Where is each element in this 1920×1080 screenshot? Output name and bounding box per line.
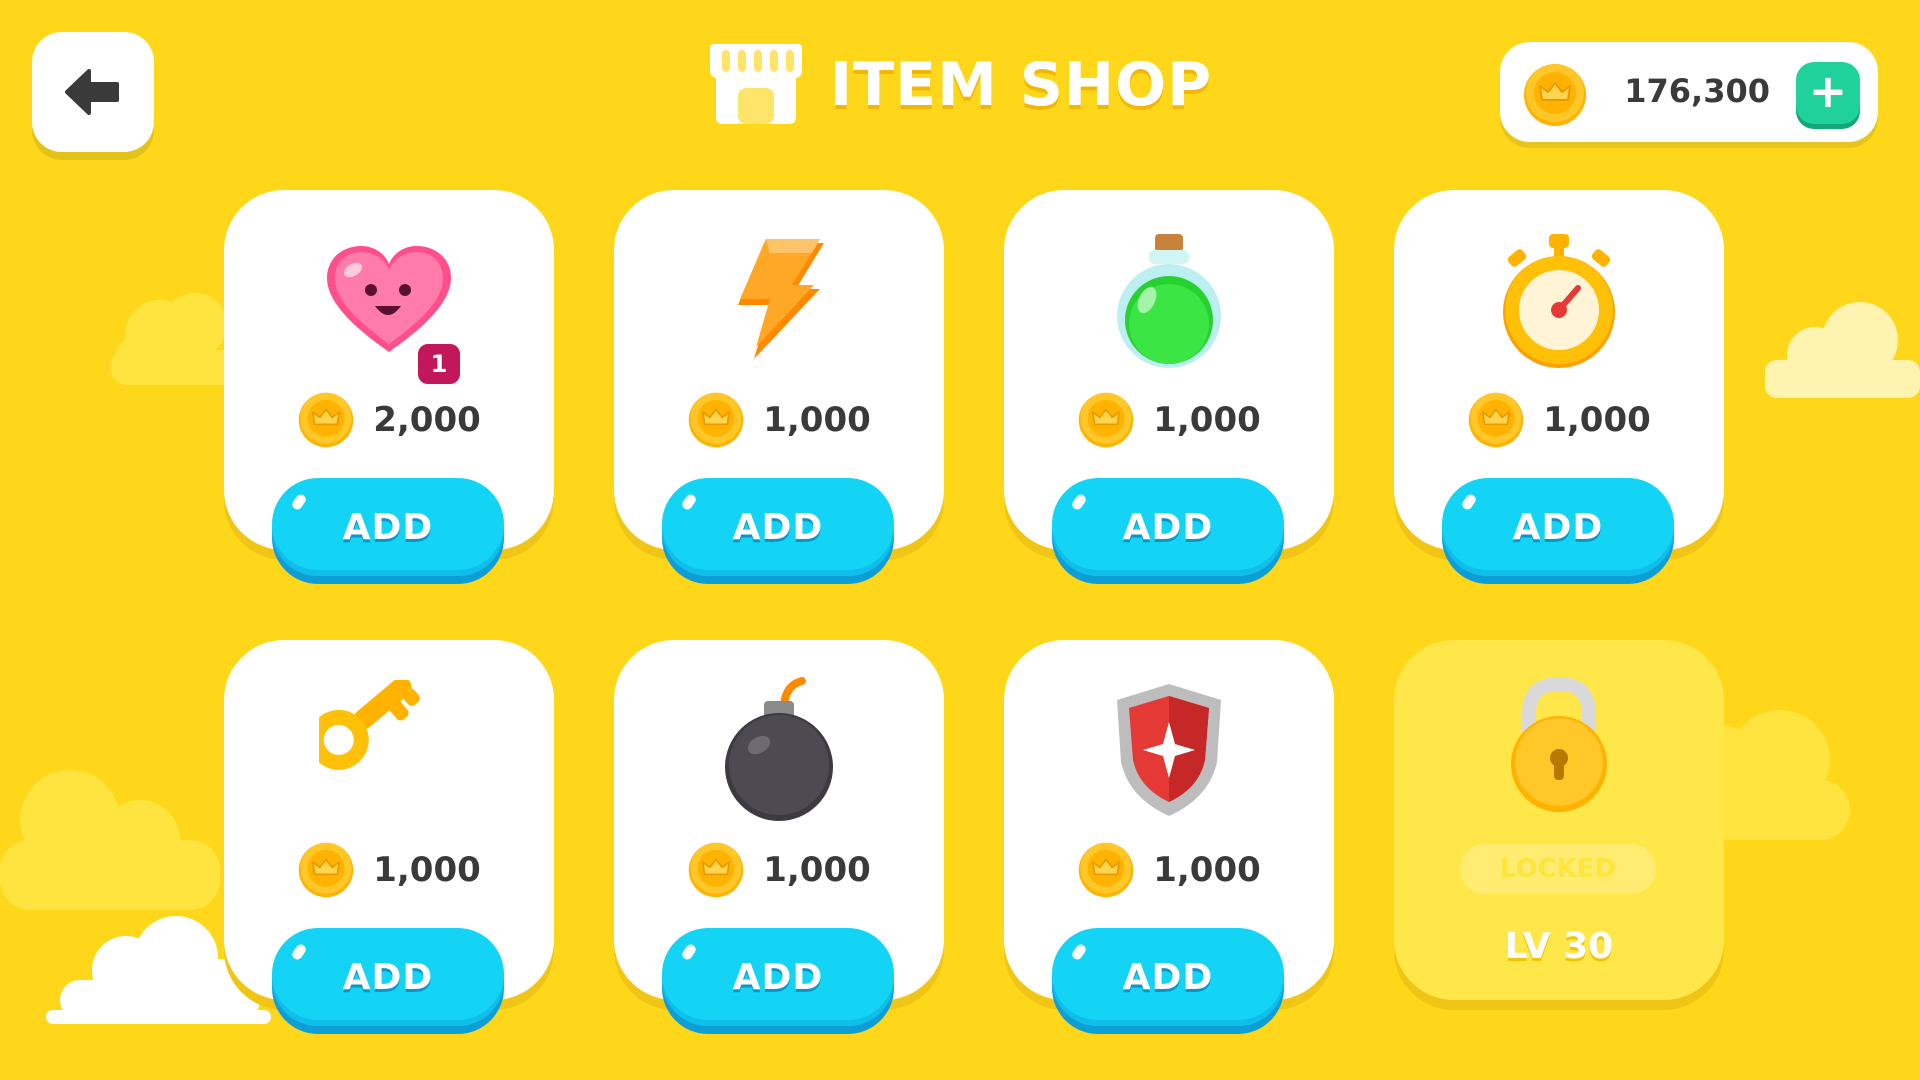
shop-item-bomb: 1,000 ADD [614,640,944,1026]
shop-item-key: 1,000 ADD [224,640,554,1026]
locked-status-label: LOCKED [1499,854,1617,884]
add-button-label: ADD [342,506,434,548]
unlock-level-label: LV 30 [1504,926,1614,967]
price-value: 1,000 [1543,400,1651,440]
coin-icon [688,392,744,448]
item-price: 1,000 [1394,390,1724,450]
price-value: 1,000 [1153,400,1261,440]
lightning-icon [738,239,824,359]
price-value: 2,000 [373,400,481,440]
add-button[interactable]: ADD [662,478,894,576]
page-title: ITEM SHOP [829,50,1213,120]
shop-item-heart: 1 2,000 ADD [224,190,554,576]
item-price: 1,000 [224,840,554,900]
item-price: 1,000 [614,390,944,450]
coin-icon [1078,842,1134,898]
shop-item-potion: 1,000 ADD [1004,190,1334,576]
shop-icon [709,44,802,124]
coin-balance: 176,300 [1624,72,1770,110]
cloud-decoration-right [1765,302,1920,398]
add-button-label: ADD [1122,506,1214,548]
plus-icon: + [1808,64,1848,118]
add-button-label: ADD [1512,506,1604,548]
price-value: 1,000 [763,400,871,440]
shop-item-locked: LOCKED LV 30 [1394,640,1724,1000]
shield-icon [1117,684,1221,816]
add-button[interactable]: ADD [662,928,894,1026]
add-coins-button[interactable]: + [1796,62,1860,124]
wallet-panel: 176,300 + [1500,42,1878,142]
cloud-decoration-left-lower [0,770,220,910]
item-price: 2,000 [224,390,554,450]
bomb-icon [725,677,833,821]
coin-icon [1468,392,1524,448]
item-price: 1,000 [614,840,944,900]
locked-status-pill: LOCKED [1460,844,1656,894]
coin-icon [1524,64,1586,126]
add-button-label: ADD [1122,956,1214,998]
item-quantity-badge: 1 [414,340,464,388]
stopwatch-icon [1503,234,1615,368]
coin-icon [688,842,744,898]
coin-icon [298,842,354,898]
add-button[interactable]: ADD [272,928,504,1026]
potion-icon [1117,234,1221,368]
shop-item-stopwatch: 1,000 ADD [1394,190,1724,576]
add-button[interactable]: ADD [1052,928,1284,1026]
add-button-label: ADD [732,956,824,998]
coin-icon [298,392,354,448]
item-price: 1,000 [1004,840,1334,900]
add-button[interactable]: ADD [1052,478,1284,576]
price-value: 1,000 [1153,850,1261,890]
shop-item-shield: 1,000 ADD [1004,640,1334,1026]
add-button-label: ADD [732,506,824,548]
price-value: 1,000 [373,850,481,890]
add-button[interactable]: ADD [1442,478,1674,576]
add-button-label: ADD [342,956,434,998]
coin-icon [1078,392,1134,448]
shop-item-lightning: 1,000 ADD [614,190,944,576]
add-button[interactable]: ADD [272,478,504,576]
wallet-coin [1522,62,1588,132]
item-price: 1,000 [1004,390,1334,450]
padlock-icon [1511,676,1607,812]
price-value: 1,000 [763,850,871,890]
key-icon [319,680,420,770]
